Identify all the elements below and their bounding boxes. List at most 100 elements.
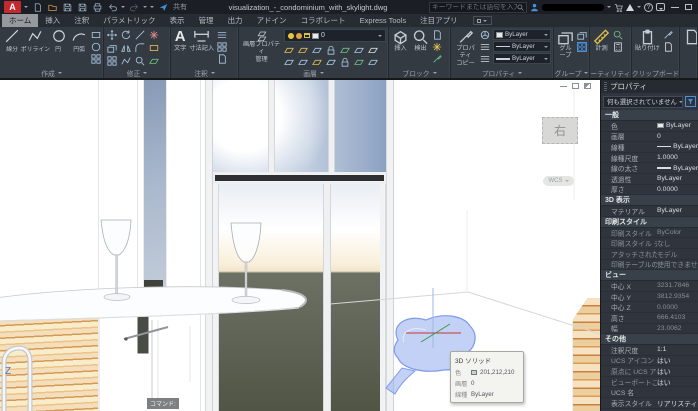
panel-label-modify[interactable]: 修正 (104, 67, 170, 78)
rotate-tool-icon[interactable] (121, 30, 131, 40)
view-button-partial[interactable] (683, 29, 698, 45)
qat-customize-icon[interactable] (150, 6, 154, 10)
move-tool-icon[interactable] (107, 30, 117, 40)
match-properties-button[interactable]: プロパティ コピー (454, 29, 477, 67)
offset-tool-icon[interactable] (149, 43, 159, 53)
copy-tool-icon[interactable] (107, 43, 117, 53)
quick-select-icon[interactable] (685, 96, 696, 107)
help-search-box[interactable] (429, 1, 527, 13)
section-plot-style[interactable]: 印刷スタイル (601, 216, 698, 228)
store-cart-icon[interactable] (614, 3, 623, 12)
undo-caret-icon[interactable] (121, 6, 125, 10)
tab-featured-apps[interactable]: 注目アプリ (413, 14, 465, 27)
lineweight-list-icon[interactable] (480, 54, 490, 64)
layer-settings-icon[interactable] (368, 57, 378, 67)
layer-current-icon[interactable] (354, 45, 364, 55)
ungroup-icon[interactable] (577, 30, 587, 40)
arc-tool[interactable]: 円弧 (70, 29, 88, 53)
layer-prev-icon[interactable] (284, 57, 294, 67)
cut-clip-icon[interactable] (663, 42, 673, 52)
create-block-icon[interactable] (432, 30, 442, 40)
tab-output[interactable]: 出力 (221, 14, 250, 27)
rectangle-tool-icon[interactable] (91, 30, 101, 40)
group-button[interactable]: グループ (557, 29, 574, 60)
color-wheel-icon[interactable] (480, 30, 490, 40)
linetype-list-icon[interactable] (480, 42, 490, 52)
polyline-tool[interactable]: ポリライン (20, 29, 50, 53)
tab-annotate[interactable]: 注釈 (67, 14, 96, 27)
tab-addins[interactable]: アドイン (250, 14, 294, 27)
panel-label-draw[interactable]: 作成 (0, 67, 103, 78)
palette-titlebar[interactable]: プロパティ (601, 80, 698, 93)
tab-insert[interactable]: 挿入 (38, 14, 67, 27)
detect-button[interactable]: 検出 (412, 29, 429, 53)
viewport-minimize-icon[interactable] (560, 85, 567, 87)
layer-properties-manager-button[interactable]: 画層プロパティ 管理 (242, 29, 281, 63)
section-3d-display[interactable]: 3D 表示 (601, 195, 698, 207)
ellipse-tool-icon[interactable] (91, 42, 101, 52)
paste-button[interactable]: 貼り付け (635, 29, 660, 53)
viewport-restore-icon[interactable] (572, 83, 579, 89)
redo-icon[interactable] (128, 1, 140, 13)
circle-tool[interactable]: 円 (50, 29, 68, 53)
measure-button[interactable]: 計測 (593, 29, 610, 53)
feedback-icon[interactable] (656, 3, 665, 11)
tab-manage[interactable]: 管理 (192, 14, 221, 27)
text-tool[interactable]: A 文字 (174, 29, 186, 53)
leader-tool-icon[interactable] (217, 30, 227, 40)
palette-grip[interactable] (604, 82, 607, 91)
fillet-tool-icon[interactable] (135, 43, 145, 53)
drawing-canvas[interactable]: 右 WCS 3D ソリッド 色 201,212,210 画層 0 線種 ByLaye… (0, 80, 600, 411)
viewcube[interactable]: 右 (542, 117, 578, 144)
group-edit-icon[interactable] (577, 42, 587, 52)
panel-label-properties[interactable]: プロパティ (451, 67, 553, 78)
section-view[interactable]: ビュー (601, 270, 698, 282)
command-line-badge[interactable]: コマンド: (147, 398, 179, 409)
layer-walk-icon[interactable] (368, 45, 378, 55)
search-input[interactable] (432, 3, 517, 11)
account-icon[interactable] (530, 3, 539, 12)
redo-caret-icon[interactable] (143, 6, 147, 10)
viewport-maximize-icon[interactable] (584, 83, 591, 89)
layer-lock-icon[interactable] (326, 45, 336, 55)
tab-view[interactable]: 表示 (163, 14, 192, 27)
copy-clip-icon[interactable] (663, 30, 673, 40)
panel-label-clipboard[interactable]: クリップボード (632, 67, 679, 78)
app-logo[interactable]: A (4, 1, 21, 13)
linetype-dropdown[interactable]: ByLayer (493, 41, 551, 52)
panel-label-groups[interactable]: グループ (554, 67, 589, 78)
panel-label-utilities[interactable]: ユーティリティ (590, 67, 631, 78)
stretch-tool-icon[interactable] (121, 56, 131, 66)
explode-tool-icon[interactable] (149, 56, 159, 66)
share-icon[interactable] (157, 1, 169, 13)
save-icon[interactable] (61, 1, 73, 13)
erase-tool-icon[interactable] (149, 30, 159, 40)
block-attr-icon[interactable] (432, 54, 442, 64)
tab-parametric[interactable]: パラメトリック (96, 14, 162, 27)
panel-label-layers[interactable]: 画層 (239, 68, 388, 78)
object-type-selector[interactable]: 何も選択されていません (603, 95, 683, 108)
insert-block-button[interactable]: 挿入 (392, 29, 409, 53)
markup-tool-icon[interactable] (217, 54, 227, 64)
section-general[interactable]: 一般 (601, 110, 698, 121)
layer-delete-icon[interactable] (326, 57, 336, 67)
mirror-tool-icon[interactable] (121, 43, 131, 53)
trim-tool-icon[interactable] (135, 30, 145, 40)
tab-home[interactable]: ホーム (2, 14, 39, 27)
edit-block-icon[interactable] (432, 42, 442, 52)
layer-freeze-icon[interactable] (312, 45, 322, 55)
layer-merge-icon[interactable] (312, 57, 322, 67)
tab-collaborate[interactable]: コラボレート (294, 14, 353, 27)
search-icon[interactable] (517, 4, 524, 11)
scale-tool-icon[interactable] (135, 56, 145, 66)
quick-select-tool-icon[interactable] (613, 30, 623, 40)
layer-dropdown[interactable]: 0 (284, 29, 386, 42)
open-file-icon[interactable] (46, 1, 58, 13)
layer-copy-icon[interactable] (354, 57, 364, 67)
ribbon-display-toggle[interactable] (472, 16, 492, 25)
layer-isolate-icon[interactable] (298, 45, 308, 55)
table-tool-icon[interactable] (217, 42, 227, 52)
account-caret-icon[interactable] (607, 6, 611, 10)
plot-icon[interactable] (91, 1, 103, 13)
layer-off-icon[interactable] (284, 45, 294, 55)
